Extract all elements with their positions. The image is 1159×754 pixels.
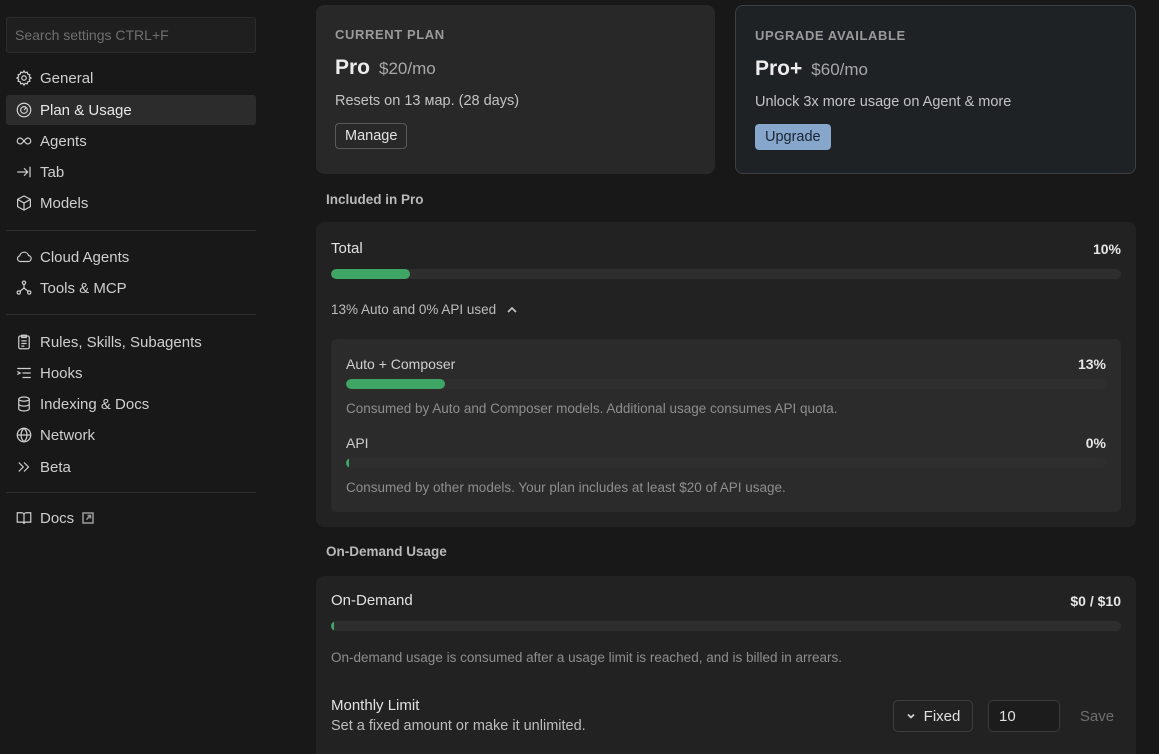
sidebar-item-label: Docs xyxy=(40,509,75,527)
sidebar-item-label: Beta xyxy=(40,458,71,476)
upgrade-plan-name: Pro+ xyxy=(755,57,803,80)
sidebar-divider xyxy=(6,314,256,315)
monthly-limit-title: Monthly Limit xyxy=(331,697,420,714)
usage-breakdown-text: 13% Auto and 0% API used xyxy=(331,302,497,317)
chevron-down-icon xyxy=(907,713,915,719)
upgrade-plan-card: UPGRADE AVAILABLE Pro+ $60/mo Unlock 3x … xyxy=(735,5,1136,174)
sidebar-divider xyxy=(6,492,256,493)
cube-icon xyxy=(14,194,33,213)
auto-composer-desc: Consumed by Auto and Composer models. Ad… xyxy=(346,401,838,416)
sidebar-item-models[interactable]: Models xyxy=(6,188,256,218)
on-demand-progress-fill xyxy=(331,621,334,631)
on-demand-card: On-Demand $0 / $10 On-demand usage is co… xyxy=(316,576,1136,754)
sidebar-item-agents[interactable]: Agents xyxy=(6,126,256,156)
included-section-title: Included in Pro xyxy=(326,192,424,207)
sidebar-item-beta[interactable]: Beta xyxy=(6,452,256,482)
gear-icon xyxy=(14,69,33,88)
total-label: Total xyxy=(331,240,363,257)
sidebar-item-label: Agents xyxy=(40,132,87,150)
on-demand-desc: On-demand usage is consumed after a usag… xyxy=(331,650,843,665)
sidebar-item-tools-mcp[interactable]: Tools & MCP xyxy=(6,273,256,303)
total-value: 10% xyxy=(1092,240,1121,257)
sidebar-item-label: Models xyxy=(40,194,89,212)
sidebar-item-hooks[interactable]: Hooks xyxy=(6,358,256,388)
network-nodes-icon xyxy=(14,279,33,298)
total-progress-fill xyxy=(331,269,410,279)
sidebar-item-label: Hooks xyxy=(40,364,83,382)
on-demand-label: On-Demand xyxy=(331,592,413,609)
sidebar-item-label: Tools & MCP xyxy=(40,279,127,297)
on-demand-progress-bar xyxy=(331,621,1121,631)
sidebar-item-label: Indexing & Docs xyxy=(40,395,150,413)
settings-sidebar: General Plan & Usage Agents Tab Models C… xyxy=(0,0,262,754)
save-button[interactable]: Save xyxy=(1074,700,1120,732)
sidebar-item-label: Network xyxy=(40,426,96,444)
sidebar-item-rules-skills-subagents[interactable]: Rules, Skills, Subagents xyxy=(6,327,256,357)
sidebar-item-network[interactable]: Network xyxy=(6,420,256,450)
auto-composer-progress-bar xyxy=(346,379,1106,389)
current-plan-eyebrow: CURRENT PLAN xyxy=(335,27,445,42)
api-progress-fill xyxy=(346,458,349,468)
sidebar-item-general[interactable]: General xyxy=(6,63,256,93)
sidebar-item-tab[interactable]: Tab xyxy=(6,157,256,187)
monthly-limit-subtitle: Set a fixed amount or make it unlimited. xyxy=(331,718,586,734)
on-demand-value: $0 / $10 xyxy=(1070,592,1121,609)
sidebar-item-docs[interactable]: Docs xyxy=(6,503,256,533)
current-plan-card: CURRENT PLAN Pro $20/mo Resets on 13 мар… xyxy=(316,5,715,174)
clipboard-icon xyxy=(14,333,33,352)
limit-mode-value: Fixed xyxy=(923,707,961,725)
sidebar-item-indexing-docs[interactable]: Indexing & Docs xyxy=(6,389,256,419)
auto-composer-value: 13% xyxy=(1077,356,1106,372)
sidebar-item-label: Cloud Agents xyxy=(40,248,130,266)
tab-arrow-icon xyxy=(14,163,33,182)
manage-button[interactable]: Manage xyxy=(335,123,408,149)
search-input[interactable] xyxy=(6,17,256,53)
globe-icon xyxy=(14,426,33,445)
limit-mode-select[interactable]: Fixed xyxy=(893,700,973,732)
api-progress-bar xyxy=(346,458,1106,468)
sidebar-item-label: Rules, Skills, Subagents xyxy=(40,333,202,351)
book-icon xyxy=(14,509,33,528)
hooks-list-icon xyxy=(14,364,33,383)
on-demand-section-title: On-Demand Usage xyxy=(326,544,447,559)
included-usage-card: Total 10% 13% Auto and 0% API used Auto … xyxy=(316,222,1136,527)
usage-breakdown-toggle[interactable]: 13% Auto and 0% API used xyxy=(331,302,518,317)
plan-price: $20/mo xyxy=(379,59,436,78)
double-chevron-icon xyxy=(14,458,33,477)
usage-breakdown-panel: Auto + Composer 13% Consumed by Auto and… xyxy=(331,339,1121,512)
api-desc: Consumed by other models. Your plan incl… xyxy=(346,480,786,495)
sidebar-item-label: Tab xyxy=(40,163,65,181)
external-link-icon xyxy=(82,512,94,524)
upgrade-plan-price: $60/mo xyxy=(811,60,868,79)
sidebar-item-label: Plan & Usage xyxy=(40,101,132,119)
upgrade-desc: Unlock 3x more usage on Agent & more xyxy=(755,94,1012,110)
chevron-up-icon xyxy=(507,306,517,313)
auto-composer-label: Auto + Composer xyxy=(346,356,456,372)
plan-reset-info: Resets on 13 мар. (28 days) xyxy=(335,93,520,109)
sidebar-item-cloud-agents[interactable]: Cloud Agents xyxy=(6,242,256,272)
gauge-icon xyxy=(14,101,33,120)
infinity-icon xyxy=(14,132,33,151)
limit-amount-input[interactable] xyxy=(988,700,1060,732)
sidebar-item-plan-usage[interactable]: Plan & Usage xyxy=(6,95,256,125)
sidebar-divider xyxy=(6,230,256,231)
upgrade-button[interactable]: Upgrade xyxy=(755,124,831,150)
upgrade-eyebrow: UPGRADE AVAILABLE xyxy=(755,28,906,43)
api-value: 0% xyxy=(1085,435,1106,451)
database-icon xyxy=(14,395,33,414)
auto-composer-progress-fill xyxy=(346,379,445,389)
total-progress-bar xyxy=(331,269,1121,279)
cloud-icon xyxy=(14,248,33,267)
sidebar-item-label: General xyxy=(40,69,94,87)
api-label: API xyxy=(346,435,369,451)
plan-name: Pro xyxy=(335,56,371,79)
